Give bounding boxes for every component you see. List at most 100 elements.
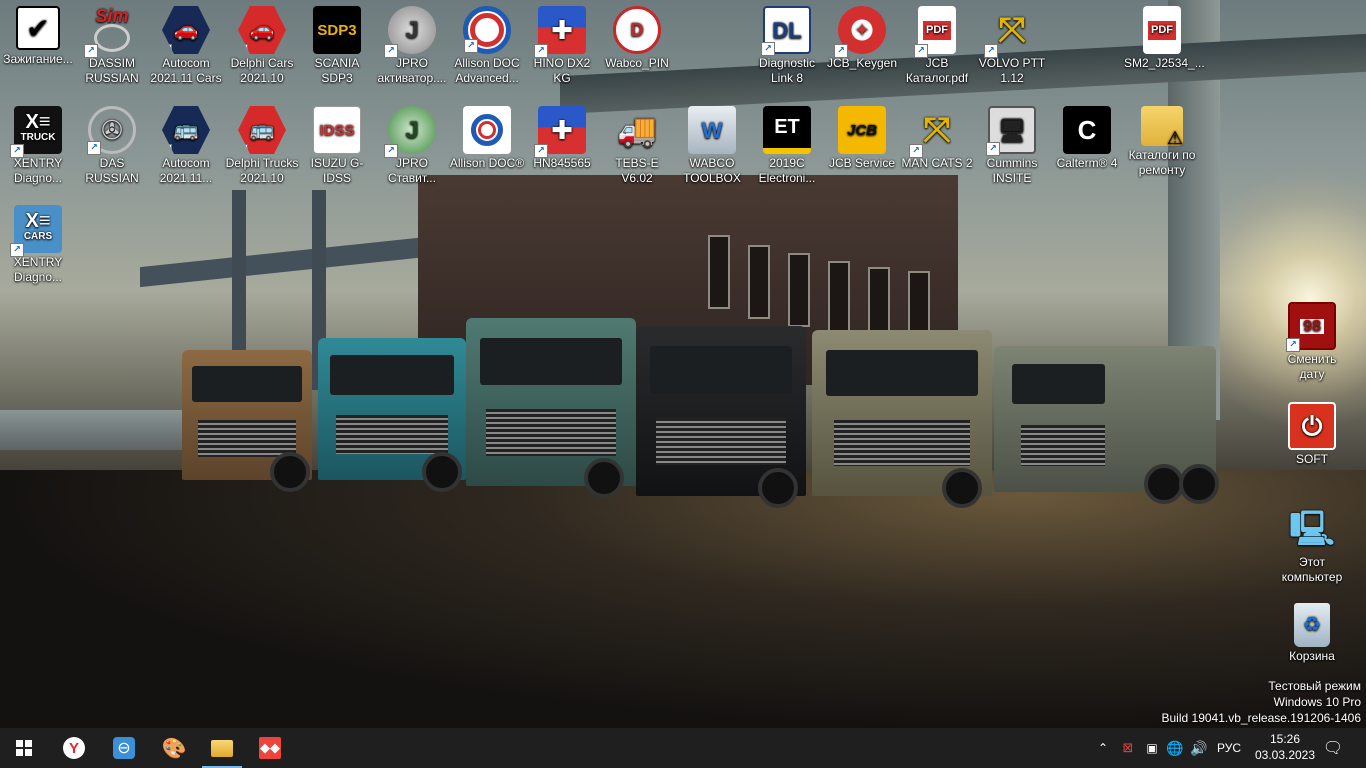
idss-icon: IDSS [313,106,361,154]
jpro-icon: J ↗ [384,106,436,158]
car-icon: 🚗 ↗ [238,6,286,54]
desktop-icon-hn845565[interactable]: ✚ ↗ HN845565 [524,106,600,171]
desktop-icon-ignition[interactable]: ✔ Зажигание... [0,6,76,67]
windows-test-mode-watermark: Тестовый режим Windows 10 Pro Build 1904… [1162,678,1362,726]
desktop-icon-man-cats[interactable]: ⤧ ↗ MAN CATS 2 [899,106,975,171]
recycle-bin-icon: ♻ [1294,603,1330,647]
truck-icon: 🚌 ↗ [162,106,210,154]
yandex-icon: Y [63,737,85,759]
desktop-icon-das-russian[interactable]: ✇ ↗ DAS RUSSIAN [74,106,150,186]
desktop-icon-volvo-ptt[interactable]: ⤧ ↗ VOLVO PTT 1.12 [974,6,1050,86]
shortcut-arrow-icon: ↗ [384,144,398,158]
action-center-button[interactable]: 🗨 [1316,728,1350,768]
desktop-icon-jcb-service[interactable]: JCB JCB Service [824,106,900,171]
pdf-icon: PDF ↗ [914,6,956,58]
taskbar-anydesk[interactable]: ◆◆ [246,728,294,768]
minus-circle-icon: ⊖ [113,737,135,759]
tray-camera[interactable]: ▣ [1141,728,1163,768]
desktop-icon-autocom-trucks[interactable]: 🚌 ↗ Autocom 2021.11... [148,106,224,186]
desktop-icon-cummins-insite[interactable]: 🖥 ↗ Cummins INSITE [974,106,1050,186]
tray-volume[interactable]: 🔊 [1187,728,1211,768]
desktop-icon-jcb-catalog-pdf[interactable]: PDF ↗ JCB Каталог.pdf [899,6,975,86]
desktop-icon-repair-catalogs[interactable]: ⚠ Каталоги по ремонту [1124,106,1200,178]
taskbar-yandex-browser[interactable]: Y [50,728,98,768]
desktop-icon-this-pc[interactable]: 🖳 Этот компьютер [1274,505,1350,585]
desktop-icon-isuzu-gidss[interactable]: IDSS ISUZU G-IDSS [299,106,375,186]
desktop-icon-sm2-pdf[interactable]: PDF SM2_J2534_... [1124,6,1205,71]
taskbar-app-minus[interactable]: ⊖ [100,728,148,768]
shortcut-arrow-icon: ↗ [914,44,928,58]
shortcut-arrow-icon: ↗ [464,39,478,53]
shortcut-arrow-icon: ↗ [384,44,398,58]
network-error-icon: ⊠ [1122,740,1134,755]
desktop-icon-soft[interactable]: ⏻ SOFT [1274,402,1350,467]
dassim-glyph: Sim [95,5,129,26]
shortcut-arrow-icon: ↗ [84,44,98,58]
shortcut-arrow-icon: ↗ [834,44,848,58]
pdf-icon: PDF [1143,6,1181,54]
globe-icon: 🌐 [1166,739,1184,756]
shortcut-arrow-icon: ↗ [986,142,1000,156]
watermark-edition: Windows 10 Pro [1273,695,1361,709]
desktop-icon-delphi-trucks[interactable]: 🚌 ↗ Delphi Trucks 2021.10 [224,106,300,186]
desktop-icon-xentry-truck[interactable]: X≡ TRUCK ↗ XENTRY Diagno... [0,106,76,186]
tray-network[interactable]: 🌐 [1164,728,1186,768]
desktop-icon-calterm[interactable]: C Calterm® 4 [1049,106,1125,171]
desktop-icon-label: Зажигание... [3,52,73,66]
car-icon: 🚗 ↗ [162,6,210,54]
windows-logo-icon [16,740,32,756]
tray-show-hidden-icons[interactable]: ⌃ [1092,728,1114,768]
allison-icon [463,106,511,154]
desktop-icon-allison-doc[interactable]: Allison DOC® [449,106,525,171]
desktop-icon-diagnostic-link[interactable]: DL ↗ Diagnostic Link 8 [749,6,825,86]
desktop-icon-wabco-pin[interactable]: D Wabco_PIN [599,6,675,71]
desktop-icon-hino-dx2[interactable]: ✚ ↗ HINO DX2 KG [524,6,600,86]
desktop-icon-scania-sdp3[interactable]: SDP3 SCANIA SDP3 [299,6,375,86]
desktop-icon-et-2019c[interactable]: ET 2019C Electroni... [749,106,825,186]
taskbar-clock[interactable]: 15:26 03.03.2023 [1250,731,1320,763]
xentry-cars-icon: X≡ CARS ↗ [10,205,62,257]
desktop-icon-change-date[interactable]: 98 ↗ Сменить дату [1274,302,1350,382]
start-button[interactable] [0,728,48,768]
desktop-icon-recycle-bin[interactable]: ♻ Корзина [1274,603,1350,664]
taskbar-file-explorer[interactable] [198,728,246,768]
mercedes-star-icon: ✇ ↗ [87,106,136,155]
chevron-up-icon: ⌃ [1097,741,1109,755]
speaker-icon: 🔊 [1190,739,1208,756]
desktop-icon-wabco-toolbox[interactable]: W WABCO TOOLBOX [674,106,750,186]
truck-icon: 🚚 [617,111,657,148]
truck-icon: 🚌 ↗ [238,106,286,154]
shortcut-arrow-icon: ↗ [984,44,998,58]
desktop-icon-tebs-e[interactable]: 🚚 TEBS-E V6.02 [599,106,675,186]
shortcut-arrow-icon: ↗ [1286,338,1300,352]
shortcut-arrow-icon: ↗ [534,44,548,58]
desktop-icon-allison-doc-advanced[interactable]: ↗ Allison DOC Advanced... [449,6,525,86]
desktop-icon-dassim-russian[interactable]: Sim ↗ DASSIM RUSSIAN [74,6,150,86]
language-indicator: РУС [1216,741,1242,755]
calendar-icon: 98 ↗ [1286,302,1336,352]
truck-2 [318,338,466,492]
cummins-icon: C [1063,106,1111,154]
desktop-icon-jpro-install[interactable]: J ↗ JPRO Ставит... [374,106,450,186]
hino-icon: ✚ ↗ [534,6,586,58]
man-cats-icon: ⤧ ↗ [909,106,961,158]
palette-icon: 🎨 [161,737,187,760]
computer-icon: 🖥 ↗ [986,106,1036,156]
notification-icon: 🗨 [1322,740,1344,757]
tray-language[interactable]: РУС [1212,728,1246,768]
watermark-test-mode: Тестовый режим [1268,679,1361,693]
desktop-icon-autocom-cars[interactable]: 🚗 ↗ Autocom 2021.11 Cars [148,6,224,86]
desktop-icon-jpro-activator[interactable]: J ↗ JPRO активатор.... [374,6,450,86]
taskbar-app-paint[interactable]: 🎨 [150,728,198,768]
volvo-ptt-icon: ⤧ ↗ [984,6,1036,58]
tray-network-error[interactable]: ⊠ [1116,728,1140,768]
shortcut-arrow-icon: ↗ [10,144,24,158]
desktop-icon-delphi-cars[interactable]: 🚗 ↗ Delphi Cars 2021.10 [224,6,300,86]
wabco-pin-icon: D [613,6,661,54]
et-icon: ET [763,106,811,154]
desktop-icon-jcb-keygen[interactable]: ✦ ↗ JCB_Keygen [824,6,900,71]
desktop-icon-xentry-cars[interactable]: X≡ CARS ↗ XENTRY Diagno... [0,205,76,285]
xentry-truck-icon: X≡ TRUCK ↗ [10,106,62,158]
computer-icon: 🖳 [1289,509,1335,548]
jpro-icon: J ↗ [384,6,436,58]
